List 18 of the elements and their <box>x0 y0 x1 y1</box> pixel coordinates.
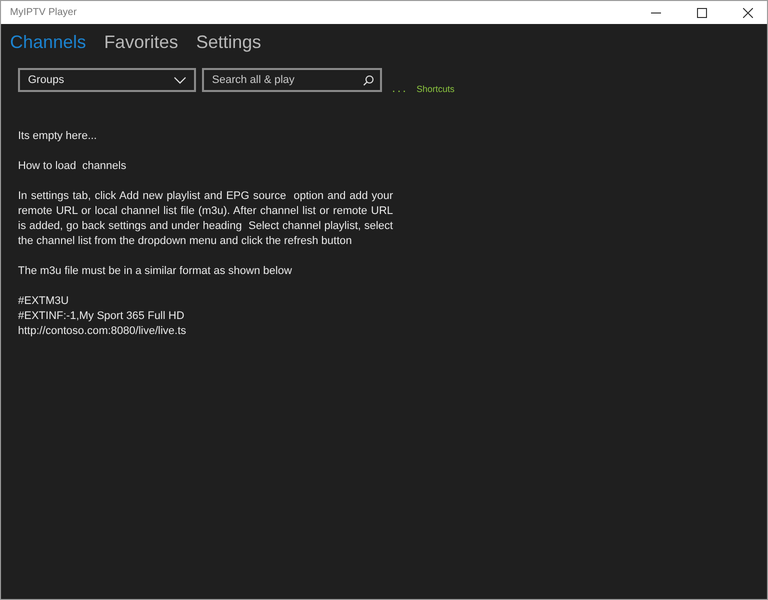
sample-line: http://contoso.com:8080/live/live.ts <box>18 324 186 339</box>
tab[interactable]: Settings <box>196 32 270 53</box>
window-title: MyIPTV Player <box>10 7 77 18</box>
search-field[interactable]: Search all & play <box>202 68 382 92</box>
info-text: Its empty here... <box>18 129 98 144</box>
tab[interactable]: Channels <box>10 32 94 53</box>
sample-line: #EXTM3U <box>18 294 69 309</box>
tab[interactable]: Favorites <box>104 32 186 53</box>
groups-dropdown[interactable]: Groups <box>18 68 196 92</box>
instructions-paragraph: In settings tab, click Add new playlist and EPG source option and add your remote URL or local channel list file (m3u). After channel list or remote URL is added, go back settings and under heading Select channel playlist, select the channel list from the dropdown menu and click the refresh button <box>18 189 393 249</box>
sample-line: #EXTINF:-1,My Sport 365 Full HD <box>18 309 184 324</box>
maximize-icon[interactable] <box>697 8 707 18</box>
search-icon <box>363 75 374 86</box>
info-text: How to load channels <box>18 159 128 174</box>
info-text: The m3u file must be in a similar format as shown below <box>18 264 293 279</box>
shortcuts-button[interactable]: ... Shortcuts <box>388 81 459 95</box>
chevron-down-icon <box>174 76 186 84</box>
close-icon[interactable] <box>743 8 753 18</box>
